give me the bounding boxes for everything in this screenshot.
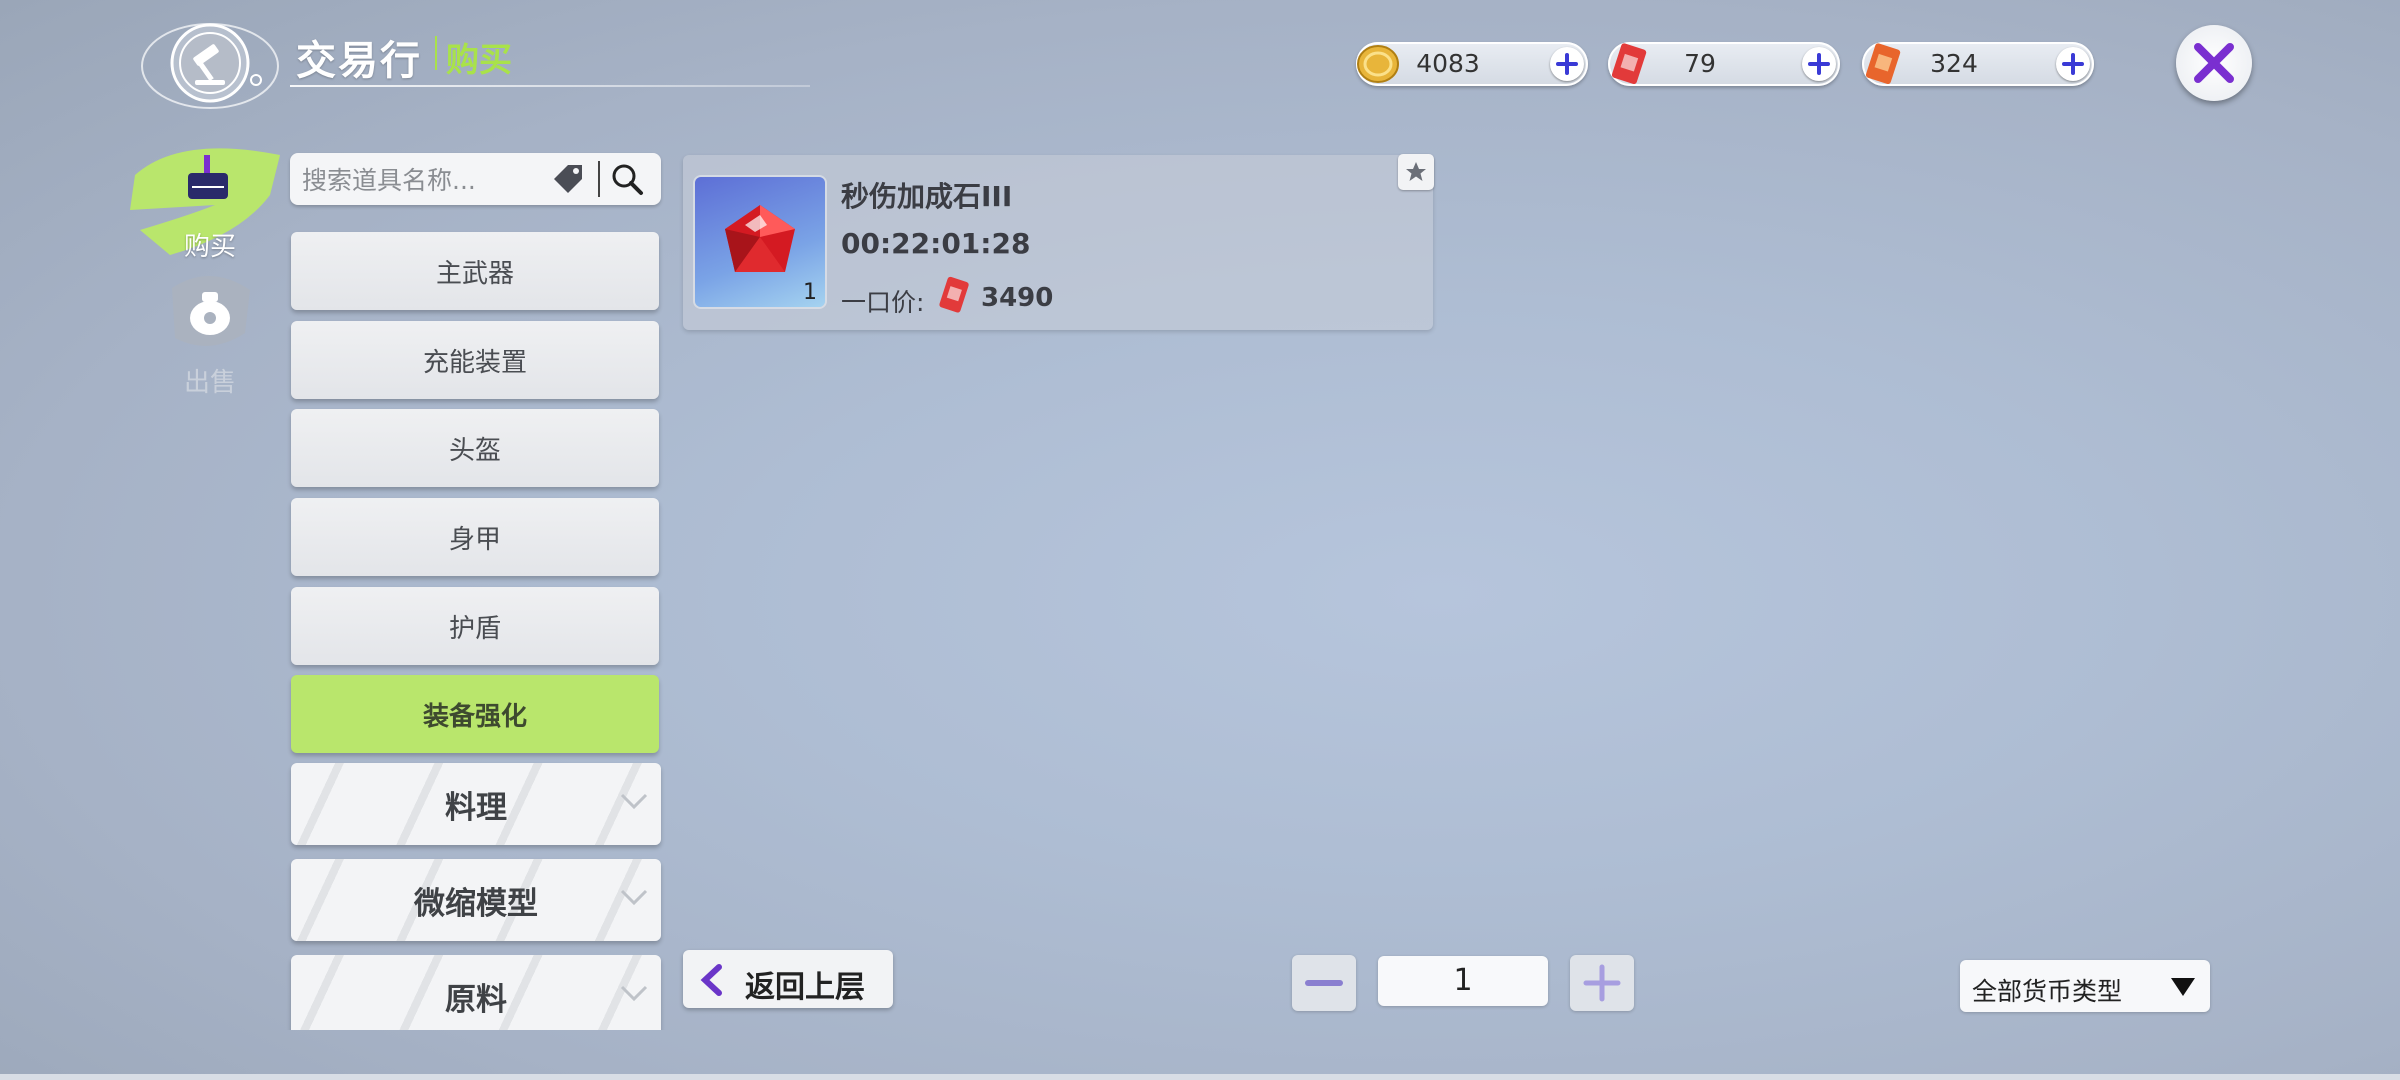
auction-logo-icon <box>141 23 279 109</box>
chevron-down-icon <box>620 793 648 810</box>
tab-buy-label: 购买 <box>183 232 236 262</box>
category-body-armor[interactable]: 身甲 <box>291 498 659 576</box>
plus-icon <box>2062 53 2084 75</box>
star-icon <box>1406 162 1426 181</box>
back-label: 返回上层 <box>745 970 865 1005</box>
buyout-price: 3490 <box>981 283 1054 313</box>
category-group-cooking[interactable]: 料理 <box>291 763 661 845</box>
add-red-ticket-button[interactable] <box>1802 47 1836 81</box>
tab-sell-label: 出售 <box>183 368 236 398</box>
currency-filter-select[interactable]: 全部货币类型 <box>1960 960 2210 1012</box>
page-subtitle: 购买 <box>446 40 512 79</box>
category-group-label: 料理 <box>445 789 507 826</box>
category-group-miniature[interactable]: 微缩模型 <box>291 859 661 941</box>
close-button[interactable] <box>2176 25 2252 101</box>
item-time-left: 00:22:01:28 <box>841 227 1031 260</box>
increase-button[interactable] <box>1570 955 1634 1011</box>
category-group-label: 原料 <box>445 981 507 1018</box>
add-gold-button[interactable] <box>1550 47 1584 81</box>
dropdown-arrow-icon <box>2171 978 2195 996</box>
search-input[interactable] <box>300 161 549 199</box>
chevron-down-icon <box>620 985 648 1002</box>
search-icon[interactable] <box>610 162 644 196</box>
currency-orange-ticket-value: 324 <box>1930 49 1978 78</box>
tab-sell[interactable] <box>160 268 260 368</box>
currency-filter-value: 全部货币类型 <box>1972 977 2123 1006</box>
currency-orange-ticket: 324 <box>1862 42 2094 86</box>
decrease-button[interactable] <box>1292 955 1356 1011</box>
tag-filter-icon[interactable] <box>548 161 586 197</box>
category-charge-device[interactable]: 充能装置 <box>291 321 659 399</box>
item-quantity: 1 <box>803 280 817 305</box>
category-equipment-enhance[interactable]: 装备强化 <box>291 675 659 753</box>
category-main-weapon[interactable]: 主武器 <box>291 232 659 310</box>
bottom-edge <box>0 1074 2400 1080</box>
page-title: 交易行 <box>296 38 422 84</box>
listing-card[interactable]: 1 秒伤加成石III 00:22:01:28 一口价: 3490 <box>683 154 1434 330</box>
buyout-label: 一口价: <box>841 288 925 317</box>
category-helmet[interactable]: 头盔 <box>291 409 659 487</box>
back-button[interactable]: 返回上层 <box>683 950 893 1008</box>
favorite-button[interactable] <box>1398 154 1434 190</box>
search-separator <box>598 161 600 197</box>
item-thumbnail: 1 <box>695 177 825 307</box>
chevron-left-icon <box>700 964 722 996</box>
search-bar <box>290 153 661 205</box>
title-separator <box>435 36 437 70</box>
category-shield[interactable]: 护盾 <box>291 587 659 665</box>
plus-icon <box>1583 964 1621 1002</box>
currency-gold: 4083 <box>1356 42 1588 86</box>
chevron-down-icon <box>620 889 648 906</box>
page-number-input[interactable]: 1 <box>1378 956 1548 1006</box>
item-name: 秒伤加成石III <box>841 180 1013 213</box>
category-list-clip: 原料 <box>280 955 680 1030</box>
close-icon <box>2194 43 2234 83</box>
minus-icon <box>1305 980 1343 986</box>
currency-gold-value: 4083 <box>1416 49 1480 78</box>
plus-icon <box>1808 53 1830 75</box>
category-group-label: 微缩模型 <box>414 885 538 922</box>
plus-icon <box>1556 53 1578 75</box>
red-ticket-icon <box>939 276 969 313</box>
title-underline <box>290 85 810 87</box>
currency-red-ticket-value: 79 <box>1684 49 1716 78</box>
currency-red-ticket: 79 <box>1608 42 1840 86</box>
add-orange-ticket-button[interactable] <box>2056 47 2090 81</box>
category-group-materials[interactable]: 原料 <box>291 955 661 1030</box>
